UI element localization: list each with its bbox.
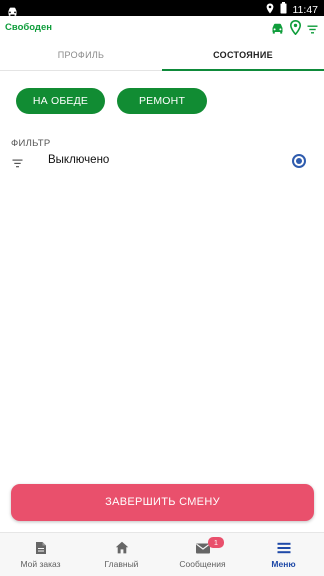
filter-section-title: ФИЛЬТР (11, 138, 51, 149)
nav-my-order[interactable]: Мой заказ (0, 533, 81, 576)
lunch-status-button[interactable]: НА ОБЕДЕ (16, 88, 105, 114)
tab-profile[interactable]: ПРОФИЛЬ (0, 40, 162, 71)
menu-icon (277, 541, 291, 559)
clock: 11:47 (292, 4, 319, 16)
home-icon (115, 541, 129, 559)
nav-messages-label: Сообщения (179, 559, 226, 569)
end-shift-button[interactable]: ЗАВЕРШИТЬ СМЕНУ (11, 484, 314, 521)
driver-status: Свободен (5, 22, 52, 33)
nav-my-order-label: Мой заказ (20, 559, 61, 569)
tab-bar: ПРОФИЛЬ СОСТОЯНИЕ (0, 40, 324, 71)
filter-icon (12, 155, 23, 173)
tab-state[interactable]: СОСТОЯНИЕ (162, 40, 324, 71)
nav-menu[interactable]: Меню (243, 533, 324, 576)
system-status-bar: 11:47 (0, 0, 324, 16)
document-icon (35, 541, 47, 560)
location-pin-icon[interactable] (289, 19, 302, 40)
nav-main[interactable]: Главный (81, 533, 162, 576)
bottom-navigation: Мой заказ Главный 1 Сообщения Меню (0, 532, 324, 576)
filter-radio-selected[interactable] (292, 154, 306, 168)
car-icon[interactable] (271, 21, 284, 39)
nav-main-label: Главный (104, 559, 139, 569)
filter-option-off[interactable]: Выключено (0, 151, 324, 173)
filter-icon[interactable] (307, 21, 318, 39)
unread-messages-badge: 1 (208, 537, 224, 548)
app-header: Свободен (0, 16, 324, 40)
filter-option-label: Выключено (48, 154, 110, 166)
nav-menu-label: Меню (271, 559, 296, 569)
nav-messages[interactable]: 1 Сообщения (162, 533, 243, 576)
repair-status-button[interactable]: РЕМОНТ (117, 88, 207, 114)
